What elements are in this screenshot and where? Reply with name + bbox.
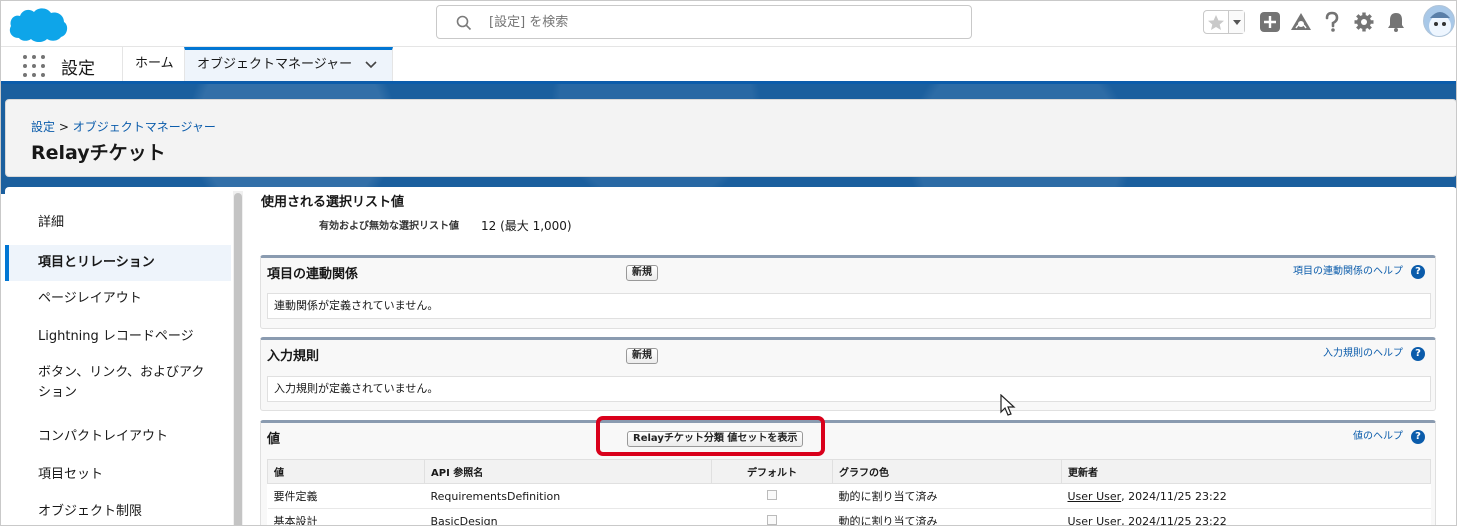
table-row: 要件定義 RequirementsDefinition 動的に割り当て済み Us… [267, 483, 1431, 509]
sidebar-item-buttons-links-actions[interactable]: ボタン、リンク、およびアクション [5, 363, 205, 407]
help-link-text[interactable]: 値のヘルプ [1353, 431, 1403, 442]
breadcrumb-separator: > [55, 120, 73, 134]
page-title: Relayチケット [31, 142, 166, 164]
picklist-values-count: 12 (最大 1,000) [481, 219, 572, 233]
sidebar-item-page-layouts[interactable]: ページレイアウト [5, 281, 231, 317]
sidebar-item-fields-relationships[interactable]: 項目とリレーション [5, 245, 231, 281]
app-nav-bar: 設定 ホーム オブジェクトマネージャー [1, 47, 1456, 84]
cell-chart-color: 動的に割り当て済み [832, 483, 1062, 509]
sidebar-item-lightning-record-pages[interactable]: Lightning レコードページ [5, 319, 231, 355]
help-link-text[interactable]: 項目の連動関係のヘルプ [1293, 266, 1403, 277]
table-row: 基本設計 BasicDesign 動的に割り当て済み User User, 20… [267, 508, 1431, 526]
sidebar-scrollbar[interactable] [233, 191, 243, 525]
app-window: 設定 ホーム オブジェクトマネージャー 設定 > オブジェクトマネージャー Re… [0, 0, 1457, 526]
help-icon[interactable]: ? [1411, 265, 1425, 279]
cell-value: 基本設計 [267, 508, 425, 525]
validation-rules-section: 入力規則 新規 入力規則のヘルプ? 入力規則が定義されていません。 [260, 337, 1436, 411]
sidebar-item-field-sets[interactable]: 項目セット [5, 457, 231, 493]
column-header-default[interactable]: デフォルト [711, 459, 833, 484]
help-icon[interactable]: ? [1411, 347, 1425, 361]
new-validation-rule-button[interactable]: 新規 [626, 348, 658, 364]
cell-api-name: BasicDesign [424, 508, 712, 525]
trailhead-icon[interactable] [1290, 11, 1312, 33]
help-icon[interactable]: ? [1411, 430, 1425, 444]
chevron-down-icon[interactable] [364, 60, 378, 70]
sidebar-item-compact-layouts[interactable]: コンパクトレイアウト [5, 419, 231, 455]
content-area: 詳細 項目とリレーション ページレイアウト Lightning レコードページ … [5, 187, 1456, 526]
section-title: 入力規則 [267, 349, 320, 364]
values-section: 値 Relayチケット分類 値セットを表示 値のヘルプ? 値 API 参照名 デ… [260, 420, 1436, 526]
breadcrumb-object-manager-link[interactable]: オブジェクトマネージャー [73, 120, 216, 134]
empty-message: 入力規則が定義されていません。 [267, 376, 1431, 402]
scrollbar-thumb[interactable] [234, 193, 242, 525]
cell-chart-color: 動的に割り当て済み [832, 508, 1062, 525]
column-header-api-name[interactable]: API 参照名 [424, 459, 712, 484]
picklist-values-label: 有効および無効な選択リスト値 [319, 221, 459, 232]
bell-icon[interactable] [1385, 11, 1407, 33]
favorites-control[interactable] [1203, 10, 1245, 34]
app-launcher-icon[interactable] [23, 55, 45, 77]
gear-icon[interactable] [1353, 11, 1375, 33]
search-input[interactable] [489, 12, 959, 32]
cell-api-name: RequirementsDefinition [424, 483, 712, 509]
values-help-link[interactable]: 値のヘルプ? [1353, 427, 1425, 444]
empty-message: 連動関係が定義されていません。 [267, 293, 1431, 319]
values-table: 値 API 参照名 デフォルト グラフの色 更新者 要件定義 Requireme… [267, 459, 1431, 526]
new-dependency-button[interactable]: 新規 [626, 265, 658, 281]
sidebar-item-details[interactable]: 詳細 [5, 205, 231, 241]
default-checkbox [767, 514, 777, 525]
sidebar-item-object-limits[interactable]: オブジェクト制限 [5, 494, 231, 525]
cell-default [711, 483, 833, 509]
plus-icon[interactable] [1259, 11, 1281, 33]
star-icon[interactable] [1206, 13, 1226, 33]
user-link[interactable]: User User [1068, 515, 1122, 526]
breadcrumb-setup-link[interactable]: 設定 [31, 120, 55, 134]
cloud-logo-icon[interactable] [7, 4, 69, 44]
dependency-help-link[interactable]: 項目の連動関係のヘルプ? [1293, 262, 1425, 279]
astro-avatar-icon [1429, 12, 1451, 36]
column-header-modified-by[interactable]: 更新者 [1061, 459, 1431, 484]
tab-home[interactable]: ホーム [122, 47, 186, 81]
modified-date: , 2024/11/25 23:22 [1121, 514, 1227, 526]
table-header-row: 値 API 参照名 デフォルト グラフの色 更新者 [267, 459, 1431, 484]
column-header-value[interactable]: 値 [267, 459, 425, 484]
default-checkbox [767, 489, 777, 500]
search-icon [456, 15, 472, 31]
chevron-down-icon [1233, 20, 1241, 25]
picklist-values-heading: 使用される選択リスト値 [261, 195, 405, 210]
favorites-dropdown[interactable] [1228, 11, 1244, 33]
highlight-annotation [596, 416, 825, 456]
validation-help-link[interactable]: 入力規則のヘルプ? [1323, 344, 1425, 361]
global-search[interactable] [436, 5, 972, 39]
detail-panel: 使用される選択リスト値 有効および無効な選択リスト値 12 (最大 1,000)… [243, 187, 1456, 526]
tab-object-manager[interactable]: オブジェクトマネージャー [184, 47, 393, 81]
breadcrumb: 設定 > オブジェクトマネージャー [31, 118, 216, 135]
avatar[interactable] [1423, 5, 1455, 37]
cell-default [711, 508, 833, 525]
sidebar: 詳細 項目とリレーション ページレイアウト Lightning レコードページ … [5, 193, 231, 525]
tab-object-manager-label: オブジェクトマネージャー [197, 57, 353, 72]
user-link[interactable]: User User [1068, 490, 1122, 503]
section-title: 項目の連動関係 [267, 267, 359, 282]
mouse-cursor-icon [1000, 394, 1016, 416]
field-dependencies-section: 項目の連動関係 新規 項目の連動関係のヘルプ? 連動関係が定義されていません。 [260, 255, 1436, 329]
app-name: 設定 [61, 59, 95, 79]
page-header: 設定 > オブジェクトマネージャー Relayチケット [5, 99, 1456, 177]
modified-date: , 2024/11/25 23:22 [1121, 489, 1227, 503]
global-header [1, 1, 1456, 47]
cell-modified-by: User User, 2024/11/25 23:22 [1061, 483, 1431, 509]
column-header-chart-color[interactable]: グラフの色 [832, 459, 1062, 484]
section-title: 値 [267, 432, 281, 447]
cell-value: 要件定義 [267, 483, 425, 509]
help-link-text[interactable]: 入力規則のヘルプ [1323, 348, 1403, 359]
cell-modified-by: User User, 2024/11/25 23:22 [1061, 508, 1431, 526]
help-icon[interactable] [1321, 11, 1343, 33]
